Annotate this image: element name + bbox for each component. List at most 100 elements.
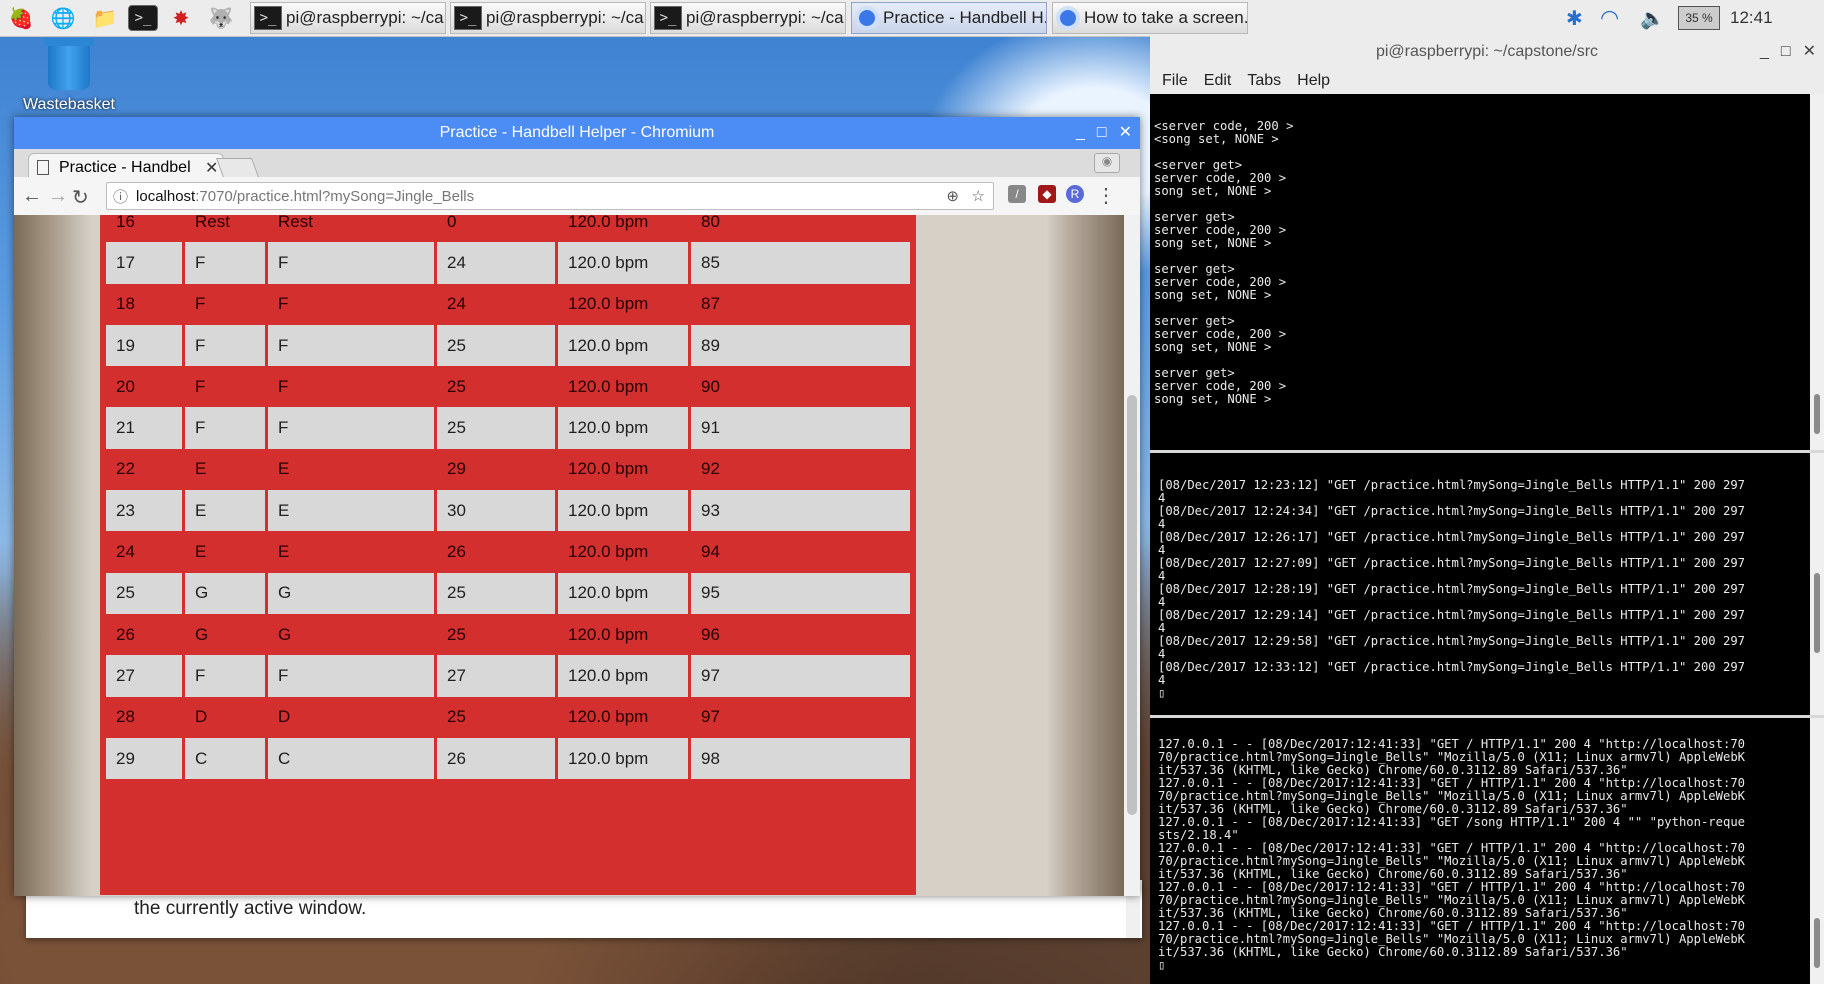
mathematica-icon[interactable]: ✸ — [166, 3, 196, 33]
terminal-pane-http-log[interactable]: 127.0.0.1 - - [08/Dec/2017:12:41:33] "GE… — [1150, 718, 1824, 984]
web-browser-icon[interactable]: 🌐 — [48, 3, 78, 33]
cell-interval: 0 — [437, 215, 555, 243]
cell-step: 18 — [106, 283, 182, 325]
table-row: 25 G G 25 120.0 bpm 95 — [106, 572, 910, 614]
cell-interval: 30 — [437, 490, 555, 532]
cell-step: 16 — [106, 215, 182, 243]
bluetooth-icon[interactable]: ✱ — [1566, 0, 1583, 36]
notes-table-container: 16 Rest Rest 0 120.0 bpm 80 17 F F 24 120.0 bpm 85 1… — [100, 215, 916, 895]
cell-note-right: E — [268, 490, 434, 532]
cell-interval: 25 — [437, 324, 555, 367]
bookmark-star-icon[interactable]: ☆ — [972, 187, 985, 205]
cell-step: 26 — [106, 613, 182, 656]
menu-icon[interactable]: ⋮ — [1096, 183, 1116, 208]
cell-note-right: G — [268, 572, 434, 614]
table-row: 17 F F 24 120.0 bpm 85 — [106, 242, 910, 284]
table-row: 21 F F 25 120.0 bpm 91 — [106, 407, 910, 449]
menu-file[interactable]: File — [1162, 72, 1188, 90]
reload-icon[interactable]: ↻ — [72, 185, 89, 210]
back-icon[interactable]: ← — [22, 185, 42, 208]
cell-note-right: E — [268, 448, 434, 491]
cell-note-right: F — [268, 655, 434, 697]
battery-text: 35 % — [1678, 6, 1720, 30]
table-row: 23 E E 30 120.0 bpm 93 — [106, 490, 910, 532]
cell-note-right: C — [268, 737, 434, 780]
cell-tempo: 120.0 bpm — [558, 407, 688, 449]
table-row: 28 D D 25 120.0 bpm 97 — [106, 696, 910, 738]
page-scrollbar[interactable] — [1124, 215, 1140, 896]
cell-time: 95 — [691, 572, 910, 614]
terminal-pane-scrollbar[interactable] — [1810, 453, 1824, 715]
taskbar-item-label: pi@raspberrypi: ~/ca... — [486, 8, 646, 27]
zoom-icon[interactable]: ⊕ — [946, 187, 959, 205]
terminal-icon: >_ — [454, 6, 482, 30]
wolfram-icon[interactable]: 🐺 — [206, 3, 236, 33]
cell-interval: 29 — [437, 448, 555, 491]
cell-note-left: F — [185, 242, 265, 284]
taskbar-item-chromium-practice[interactable]: Practice - Handbell H... — [851, 2, 1047, 34]
menu-help[interactable]: Help — [1297, 72, 1330, 90]
ublock-icon[interactable]: ◆ — [1038, 185, 1056, 203]
cell-step: 19 — [106, 324, 182, 367]
menu-edit[interactable]: Edit — [1204, 72, 1232, 90]
extension-icon[interactable]: / — [1008, 185, 1026, 203]
cell-tempo: 120.0 bpm — [558, 572, 688, 614]
cell-note-right: Rest — [268, 215, 434, 243]
terminal-pane-scrollbar[interactable] — [1810, 94, 1824, 450]
cell-time: 98 — [691, 737, 910, 780]
volume-icon[interactable]: 🔈 — [1640, 0, 1665, 36]
taskbar-item-chromium-screenshot[interactable]: How to take a screen... — [1052, 2, 1248, 34]
tab-title: Practice - Handbel — [59, 158, 191, 176]
table-row: 16 Rest Rest 0 120.0 bpm 80 — [106, 215, 910, 243]
cell-interval: 25 — [437, 613, 555, 656]
profile-icon[interactable]: ◉ — [1094, 153, 1120, 173]
wastebasket-desktop-icon[interactable]: Wastebasket — [14, 38, 124, 114]
maximize-icon[interactable]: □ — [1097, 117, 1107, 149]
cell-tempo: 120.0 bpm — [558, 324, 688, 367]
maximize-icon[interactable]: □ — [1781, 36, 1791, 68]
minimize-icon[interactable]: _ — [1076, 117, 1085, 149]
taskbar-item-label: Practice - Handbell H... — [883, 8, 1047, 27]
raspberry-menu-icon[interactable]: 🍓 — [6, 3, 36, 33]
cell-time: 92 — [691, 448, 910, 491]
terminal-output-http-log: 127.0.0.1 - - [08/Dec/2017:12:41:33] "GE… — [1158, 737, 1745, 972]
close-icon[interactable]: ✕ — [1803, 36, 1816, 68]
terminal-pane-server[interactable]: [08/Dec/2017 12:23:12] "GET /practice.ht… — [1150, 453, 1824, 715]
cell-note-right: F — [268, 242, 434, 284]
cell-step: 20 — [106, 366, 182, 408]
address-bar[interactable]: ⓘ localhost:7070/practice.html?mySong=Ji… — [106, 182, 994, 210]
terminal-pane-scrollbar[interactable] — [1810, 718, 1824, 984]
wifi-icon[interactable]: ◠ — [1600, 0, 1619, 36]
taskbar: 🍓 🌐 📁 >_ ✸ 🐺 >_ pi@raspberrypi: ~/ca... … — [0, 0, 1824, 37]
table-row: 24 E E 26 120.0 bpm 94 — [106, 531, 910, 573]
scrollbar-thumb[interactable] — [1127, 395, 1137, 815]
extension-icon-2[interactable]: R — [1066, 185, 1084, 203]
terminal-output-server: [08/Dec/2017 12:23:12] "GET /practice.ht… — [1158, 478, 1745, 700]
taskbar-item-terminal-1[interactable]: >_ pi@raspberrypi: ~/ca... — [250, 2, 446, 34]
terminal-launcher-icon[interactable]: >_ — [128, 5, 158, 31]
menu-tabs[interactable]: Tabs — [1247, 72, 1281, 90]
cell-step: 21 — [106, 407, 182, 449]
taskbar-item-terminal-3[interactable]: >_ pi@raspberrypi: ~/ca... — [650, 2, 846, 34]
cell-tempo: 120.0 bpm — [558, 613, 688, 656]
cell-interval: 26 — [437, 737, 555, 780]
table-row: 18 F F 24 120.0 bpm 87 — [106, 283, 910, 325]
close-icon[interactable]: ✕ — [1119, 117, 1132, 149]
browser-toolbar: ← → ↻ ⓘ localhost:7070/practice.html?myS… — [14, 177, 1140, 216]
info-icon[interactable]: ⓘ — [113, 186, 128, 207]
minimize-icon[interactable]: _ — [1760, 36, 1769, 68]
terminal-window: pi@raspberrypi: ~/capstone/src _ □ ✕ Fil… — [1150, 36, 1824, 984]
cell-time: 89 — [691, 324, 910, 367]
trash-icon — [44, 38, 94, 90]
chromium-titlebar[interactable]: Practice - Handbell Helper - Chromium _ … — [14, 117, 1140, 149]
terminal-icon: >_ — [654, 6, 682, 30]
page-viewport[interactable]: 16 Rest Rest 0 120.0 bpm 80 17 F F 24 120.0 bpm 85 1… — [14, 215, 1124, 896]
cell-note-right: F — [268, 324, 434, 367]
forward-icon[interactable]: → — [48, 185, 68, 208]
cell-time: 96 — [691, 613, 910, 656]
taskbar-item-terminal-2[interactable]: >_ pi@raspberrypi: ~/ca... — [450, 2, 646, 34]
tab-strip: Practice - Handbel ✕ ◉ — [14, 149, 1140, 181]
file-manager-icon[interactable]: 📁 — [90, 3, 120, 33]
terminal-pane-client[interactable]: <server code, 200 > <song set, NONE > <s… — [1150, 94, 1824, 450]
terminal-titlebar[interactable]: pi@raspberrypi: ~/capstone/src _ □ ✕ — [1150, 36, 1824, 68]
